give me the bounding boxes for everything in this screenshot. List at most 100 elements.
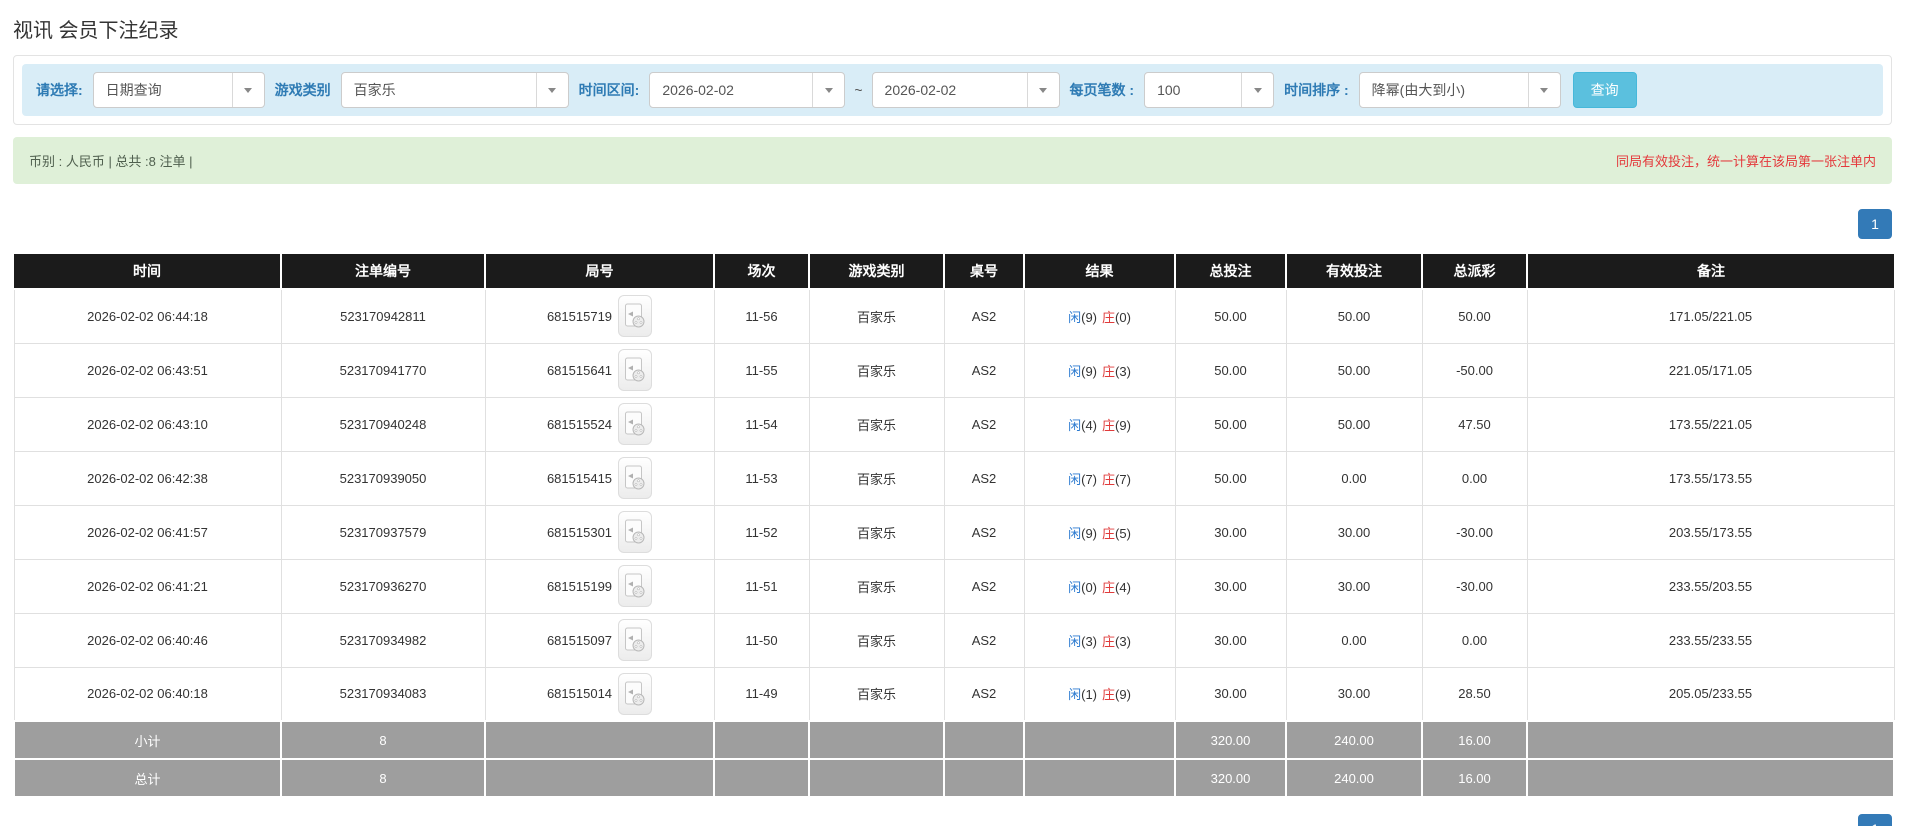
cell-bet-id: 523170934083 — [280, 666, 486, 722]
chevron-down-icon[interactable] — [1527, 73, 1560, 107]
cell-time: 2026-02-02 06:44:18 — [13, 288, 282, 344]
video-replay-button[interactable] — [618, 619, 653, 661]
cell-total-bet-link[interactable]: 50.00 — [1174, 450, 1287, 506]
video-replay-button[interactable] — [618, 672, 653, 715]
currency-total-text: 币别 : 人民币 | 总共 :8 注单 | — [29, 154, 193, 169]
cell-game-type: 百家乐 — [808, 666, 945, 722]
subtotal-total-bet: 320.00 — [1174, 720, 1287, 760]
page-size-select[interactable]: 100 — [1144, 72, 1275, 108]
query-type-value: 日期查询 — [105, 82, 162, 98]
chevron-down-icon[interactable] — [1026, 73, 1059, 107]
cell-round-id: 681515014 — [484, 666, 715, 722]
chevron-down-icon[interactable] — [812, 73, 844, 107]
cell-total-bet-link[interactable]: 50.00 — [1174, 288, 1287, 344]
date-to-select[interactable]: 2026-02-02 — [871, 72, 1060, 108]
cell-total-bet-link[interactable]: 30.00 — [1174, 558, 1287, 614]
result-player-score: (4) — [1081, 417, 1097, 433]
cell-game-type: 百家乐 — [808, 396, 945, 452]
video-replay-button[interactable] — [618, 565, 653, 607]
cell-total-bet-link[interactable]: 50.00 — [1174, 342, 1287, 398]
result-banker-score: (9) — [1115, 687, 1131, 703]
header-result: 结果 — [1024, 254, 1176, 290]
header-game-type: 游戏类别 — [809, 254, 945, 290]
result-player-label: 闲 — [1068, 579, 1082, 595]
game-type-value: 百家乐 — [353, 82, 396, 98]
date-from-select[interactable]: 2026-02-02 — [649, 72, 846, 108]
result-player-label: 闲 — [1068, 309, 1082, 325]
result-banker-score: (5) — [1115, 525, 1131, 541]
cell-time: 2026-02-02 06:43:51 — [13, 342, 282, 398]
video-replay-button[interactable] — [618, 295, 653, 338]
result-player-score: (9) — [1081, 309, 1097, 325]
query-type-select[interactable]: 日期查询 — [92, 72, 265, 108]
grand-total-empty — [1526, 758, 1895, 798]
range-separator: ~ — [854, 82, 863, 98]
cell-valid-bet: 50.00 — [1285, 342, 1423, 398]
cell-time: 2026-02-02 06:42:38 — [13, 450, 282, 506]
cell-bet-id: 523170934982 — [280, 612, 486, 668]
result-banker-score: (9) — [1115, 417, 1131, 433]
video-replay-button[interactable] — [618, 349, 653, 391]
subtotal-empty — [1023, 720, 1176, 760]
cell-total-bet-link[interactable]: 50.00 — [1174, 396, 1287, 452]
round-number: 681515641 — [546, 362, 613, 378]
result-banker-label: 庄 — [1102, 633, 1116, 649]
sort-order-select[interactable]: 降幂(由大到小) — [1358, 72, 1561, 108]
result-banker-label: 庄 — [1102, 363, 1116, 379]
cell-valid-bet: 30.00 — [1285, 504, 1423, 560]
page-number-button[interactable]: 1 — [1858, 209, 1892, 239]
result-player-score: (3) — [1081, 633, 1097, 649]
header-round-id: 局号 — [485, 254, 715, 290]
round-number: 681515524 — [546, 416, 613, 432]
video-replay-button[interactable] — [618, 457, 653, 499]
game-type-select[interactable]: 百家乐 — [340, 72, 569, 108]
cell-remark: 171.05/221.05 — [1526, 288, 1895, 344]
page-size-label: 每页笔数 : — [1069, 82, 1135, 98]
grand-total-empty — [484, 758, 715, 798]
page-number-button[interactable]: 1 — [1858, 814, 1892, 826]
cell-payout: 47.50 — [1421, 396, 1528, 452]
cell-remark: 173.55/221.05 — [1526, 396, 1895, 452]
cell-total-bet-link[interactable]: 30.00 — [1174, 612, 1287, 668]
video-replay-button[interactable] — [618, 403, 653, 445]
subtotal-label: 小计 — [13, 720, 282, 760]
header-time: 时间 — [14, 254, 282, 290]
chevron-down-icon[interactable] — [231, 73, 264, 107]
date-from-value: 2026-02-02 — [662, 82, 734, 98]
chevron-down-icon[interactable] — [1241, 73, 1273, 107]
result-player-score: (0) — [1081, 579, 1097, 595]
table-row: 2026-02-02 06:44:18 523170942811 6815157… — [13, 288, 1895, 344]
cell-payout: 0.00 — [1421, 612, 1528, 668]
search-button[interactable]: 查询 — [1572, 72, 1637, 108]
page-title: 视讯 会员下注纪录 — [13, 20, 179, 42]
cell-game-type: 百家乐 — [808, 450, 945, 506]
table-row: 2026-02-02 06:42:38 523170939050 6815154… — [13, 450, 1895, 506]
cell-table-no: AS2 — [943, 288, 1025, 344]
cell-round-id: 681515719 — [484, 288, 715, 344]
video-replay-icon — [625, 465, 645, 490]
result-player-score: (9) — [1081, 525, 1097, 541]
table-row: 2026-02-02 06:43:10 523170940248 6815155… — [13, 396, 1895, 452]
cell-session: 11-49 — [713, 666, 810, 722]
result-banker-score: (0) — [1115, 309, 1131, 325]
cell-valid-bet: 0.00 — [1285, 450, 1423, 506]
cell-round-id: 681515524 — [484, 396, 715, 452]
pagination-bottom: 1 — [13, 814, 1892, 826]
header-bet-id: 注单编号 — [281, 254, 486, 290]
cell-remark: 221.05/171.05 — [1526, 342, 1895, 398]
table-row: 2026-02-02 06:41:57 523170937579 6815153… — [13, 504, 1895, 560]
pagination-top: 1 — [13, 209, 1892, 239]
cell-game-type: 百家乐 — [808, 288, 945, 344]
video-replay-icon — [625, 573, 645, 598]
result-banker-label: 庄 — [1102, 687, 1116, 703]
chevron-down-icon[interactable] — [535, 73, 568, 107]
round-number: 681515301 — [546, 524, 613, 540]
result-player-label: 闲 — [1068, 687, 1082, 703]
header-session: 场次 — [714, 254, 810, 290]
cell-total-bet-link[interactable]: 30.00 — [1174, 666, 1287, 722]
cell-total-bet-link[interactable]: 30.00 — [1174, 504, 1287, 560]
video-replay-button[interactable] — [618, 511, 653, 553]
subtotal-count: 8 — [280, 720, 486, 760]
video-replay-icon — [625, 681, 645, 706]
table-row: 2026-02-02 06:41:21 523170936270 6815151… — [13, 558, 1895, 614]
